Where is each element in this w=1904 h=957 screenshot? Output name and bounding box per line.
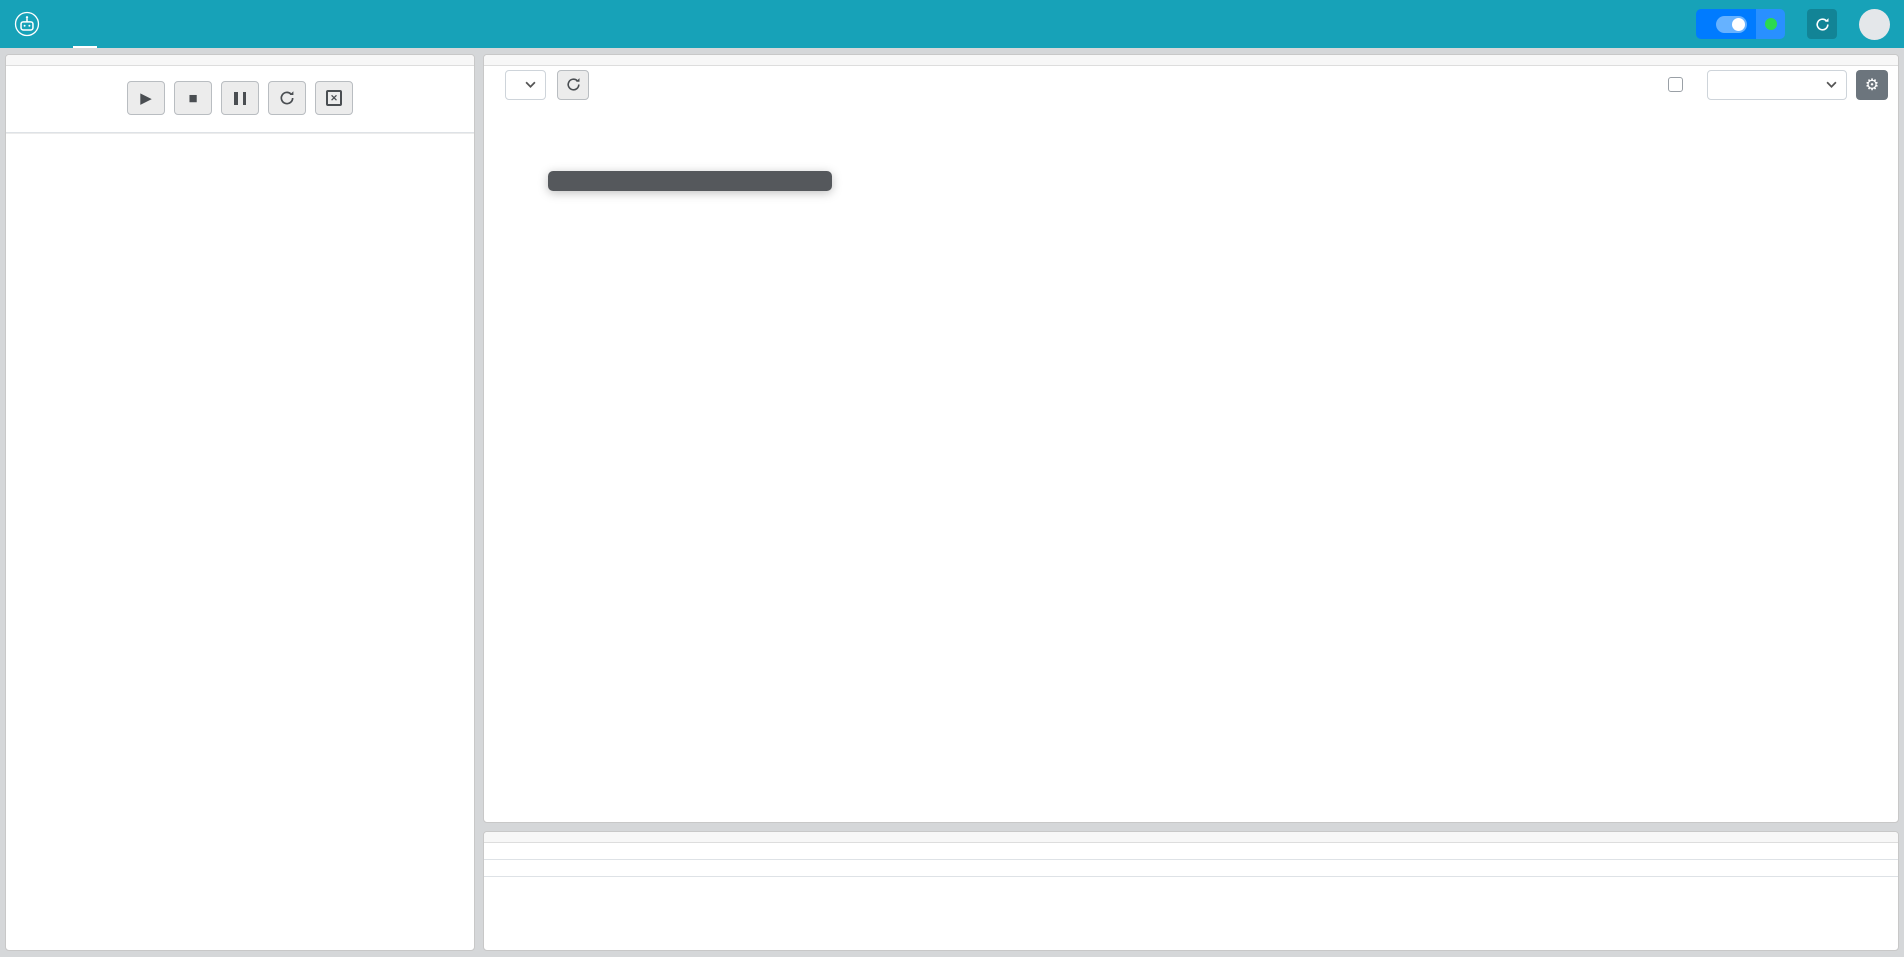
multi-pane-panel: ▶ ■ ✕ <box>5 54 475 951</box>
pause-button[interactable] <box>221 81 259 115</box>
chart-toolbar-right: ⚙ <box>1668 70 1888 100</box>
main-layout: ▶ ■ ✕ <box>0 48 1904 951</box>
multi-pane-title <box>6 55 474 66</box>
force-exit-button[interactable]: ✕ <box>315 81 353 115</box>
chart-tooltip <box>548 171 832 191</box>
play-button[interactable]: ▶ <box>127 81 165 115</box>
gear-icon: ⚙ <box>1865 75 1879 95</box>
open-trades-header-row <box>484 843 1898 860</box>
online-status-dot <box>1765 18 1777 30</box>
open-trades-empty-message <box>484 860 1898 877</box>
play-icon: ▶ <box>140 89 152 107</box>
stop-button[interactable]: ■ <box>174 81 212 115</box>
reload-config-button[interactable] <box>268 81 306 115</box>
pause-icon <box>234 92 238 105</box>
reload-icon <box>1815 17 1830 32</box>
price-chart-svg[interactable] <box>484 126 1896 805</box>
plot-settings-button[interactable]: ⚙ <box>1856 70 1888 100</box>
brand[interactable] <box>14 11 49 37</box>
heikin-ashi-checkbox[interactable] <box>1668 77 1683 92</box>
pair-list[interactable] <box>6 133 474 950</box>
chart-toolbar: ⚙ <box>484 66 1898 103</box>
navbar-right <box>1696 9 1890 40</box>
chevron-down-icon <box>525 81 536 88</box>
nav-link-dashboard[interactable] <box>97 0 121 48</box>
bot-toggle-switch[interactable] <box>1716 16 1747 33</box>
nav-link-chart[interactable] <box>121 0 145 48</box>
chart-legend <box>484 103 1898 126</box>
nav-link-trade[interactable] <box>73 0 97 48</box>
right-column: ⚙ <box>483 54 1899 951</box>
reload-bot-button[interactable] <box>1807 9 1837 39</box>
nav-links <box>73 0 169 48</box>
switch-knob <box>1732 18 1745 31</box>
refresh-chart-button[interactable] <box>557 70 589 100</box>
multi-pane-tabs <box>6 126 474 133</box>
chart-canvas[interactable] <box>484 126 1898 805</box>
chart-panel: ⚙ <box>483 54 1899 823</box>
chevron-down-icon <box>1826 81 1837 88</box>
robot-logo-icon <box>14 11 40 37</box>
close-square-icon: ✕ <box>326 90 342 106</box>
open-trades-title <box>484 832 1898 843</box>
bot-selector[interactable] <box>1696 9 1785 39</box>
navbar <box>0 0 1904 48</box>
chart-title <box>484 55 1898 66</box>
bot-status-segment <box>1756 9 1785 39</box>
pair-select[interactable] <box>505 70 546 100</box>
nav-link-logs[interactable] <box>145 0 169 48</box>
plot-config-select[interactable] <box>1707 70 1847 100</box>
open-trades-panel <box>483 831 1899 951</box>
stop-icon: ■ <box>188 90 197 107</box>
bot-controls: ▶ ■ ✕ <box>6 66 474 126</box>
reload-icon <box>566 77 581 92</box>
reload-icon <box>279 90 295 106</box>
avatar[interactable] <box>1859 9 1890 40</box>
